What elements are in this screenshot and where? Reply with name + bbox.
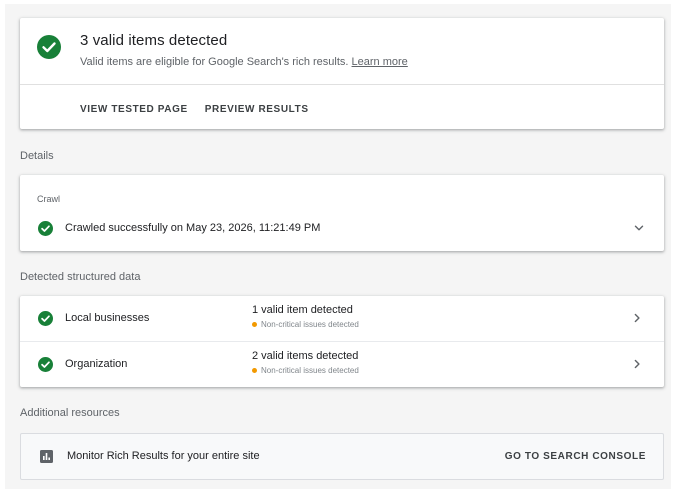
summary-divider bbox=[20, 84, 664, 85]
details-heading: Details bbox=[20, 150, 54, 162]
crawl-card[interactable]: Crawl Crawled successfully on May 23, 20… bbox=[20, 175, 664, 251]
summary-subtitle-text: Valid items are eligible for Google Sear… bbox=[80, 56, 349, 68]
learn-more-link[interactable]: Learn more bbox=[352, 56, 408, 68]
preview-results-button[interactable]: PREVIEW RESULTS bbox=[205, 104, 309, 115]
structured-item-local-businesses[interactable]: Local businesses 1 valid item detected N… bbox=[20, 296, 664, 342]
item-note-text: Non-critical issues detected bbox=[261, 320, 359, 329]
item-status: 2 valid items detected bbox=[252, 350, 359, 362]
check-circle-icon bbox=[37, 35, 61, 59]
check-circle-icon bbox=[38, 357, 53, 372]
check-circle-icon bbox=[38, 311, 53, 326]
go-to-search-console-button[interactable]: GO TO SEARCH CONSOLE bbox=[505, 451, 646, 462]
check-circle-icon bbox=[38, 221, 53, 236]
warning-dot-icon bbox=[252, 322, 257, 327]
crawl-label: Crawl bbox=[37, 194, 61, 204]
item-note: Non-critical issues detected bbox=[252, 320, 359, 329]
item-note-text: Non-critical issues detected bbox=[261, 366, 359, 375]
results-page: 3 valid items detected Valid items are e… bbox=[5, 4, 671, 489]
crawl-status: Crawled successfully on May 23, 2026, 11… bbox=[65, 222, 321, 234]
bar-chart-icon bbox=[40, 450, 53, 463]
additional-resources-heading: Additional resources bbox=[20, 407, 120, 419]
structured-item-organization[interactable]: Organization 2 valid items detected Non-… bbox=[20, 342, 664, 387]
view-tested-page-button[interactable]: VIEW TESTED PAGE bbox=[80, 104, 188, 115]
resources-text: Monitor Rich Results for your entire sit… bbox=[67, 450, 260, 462]
summary-actions: VIEW TESTED PAGE PREVIEW RESULTS bbox=[80, 104, 309, 115]
resources-card: Monitor Rich Results for your entire sit… bbox=[20, 433, 664, 480]
summary-title: 3 valid items detected bbox=[80, 32, 228, 49]
chevron-right-icon[interactable] bbox=[632, 313, 642, 323]
summary-subtitle: Valid items are eligible for Google Sear… bbox=[80, 56, 408, 68]
warning-dot-icon bbox=[252, 368, 257, 373]
item-name: Organization bbox=[65, 358, 128, 370]
chevron-down-icon[interactable] bbox=[634, 223, 644, 233]
structured-data-heading: Detected structured data bbox=[20, 271, 141, 283]
chevron-right-icon[interactable] bbox=[632, 359, 642, 369]
summary-card: 3 valid items detected Valid items are e… bbox=[20, 18, 664, 129]
item-status: 1 valid item detected bbox=[252, 304, 353, 316]
item-name: Local businesses bbox=[65, 312, 150, 324]
item-note: Non-critical issues detected bbox=[252, 366, 359, 375]
structured-data-card: Local businesses 1 valid item detected N… bbox=[20, 296, 664, 387]
